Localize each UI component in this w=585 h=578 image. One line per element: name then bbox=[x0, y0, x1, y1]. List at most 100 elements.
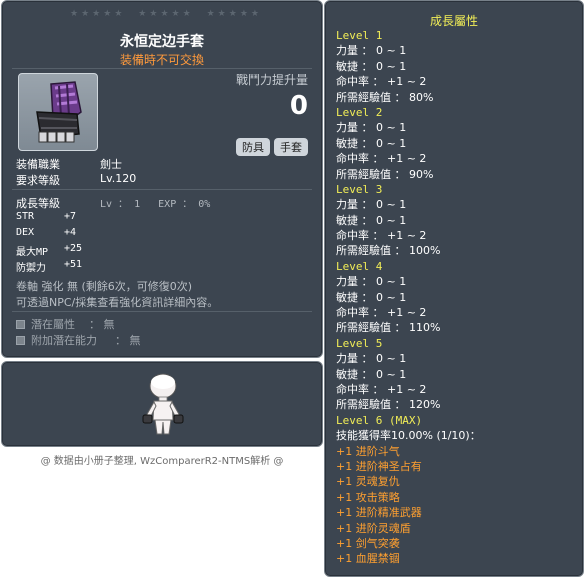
growth-stat-line: 敏捷 ： 0 ~ 1 bbox=[336, 59, 407, 73]
potential-value: ： 無 bbox=[89, 318, 115, 331]
growth-stat-line: 力量 ： 0 ~ 1 bbox=[336, 198, 407, 212]
trade-status: 装備時不可交換 bbox=[119, 53, 204, 67]
star-group: ★ ★ ★ ★ ★ bbox=[138, 9, 191, 21]
star-icon: ★ bbox=[138, 9, 148, 19]
character-avatar bbox=[142, 373, 184, 435]
star-icon: ★ bbox=[149, 9, 159, 19]
avatar-preview-panel bbox=[1, 361, 323, 447]
growth-title: 成長屬性 bbox=[429, 14, 478, 28]
stat-value: +4 bbox=[64, 227, 77, 238]
growth-level-label: 成長等級 bbox=[16, 197, 60, 210]
stat-name: 防禦力 bbox=[16, 263, 46, 274]
item-name: 永恒定边手套 bbox=[120, 34, 204, 50]
star-icon: ★ bbox=[103, 9, 113, 19]
growth-lines: Level 1 力量 ： 0 ~ 1 敏捷 ： 0 ~ 1 命中率 ： +1 ~ 2所… bbox=[336, 28, 576, 567]
growth-stat-line: 所需經驗值 ： 80% bbox=[336, 90, 434, 104]
gauntlet-item-icon bbox=[36, 81, 82, 143]
growth-stat-line: 命中率 ： +1 ~ 2 bbox=[336, 75, 427, 89]
growth-skill-line: +1 进阶精准武器 bbox=[336, 506, 422, 520]
star-icon: ★ bbox=[81, 9, 91, 19]
upgrade-note: 卷軸 強化 無 (剩餘6次，可修復0次) bbox=[16, 280, 193, 293]
credit-text: @ 数据由小册子整理, WzComparerR2-NTMS解析 @ bbox=[40, 456, 284, 467]
star-icon: ★ bbox=[92, 9, 102, 19]
star-icon: ★ bbox=[228, 9, 238, 19]
divider bbox=[12, 189, 312, 190]
job-value: 劍士 bbox=[100, 158, 122, 171]
category-badges: 防具 手套 bbox=[236, 138, 308, 156]
npc-note: 可透過NPC/採集查看強化資訊詳細內容。 bbox=[16, 296, 219, 309]
growth-stat-line: 所需經驗值 ： 110% bbox=[336, 321, 441, 335]
growth-stat-line: 技能獲得率10.00% (1/10)： bbox=[336, 429, 481, 443]
power-value: 0 bbox=[289, 91, 308, 121]
growth-level-row: 成長等級 Lv ： 1 EXP ： 0% bbox=[16, 195, 210, 211]
growth-skill-line: +1 进阶斗气 bbox=[336, 444, 400, 458]
stat-value: +25 bbox=[64, 243, 83, 254]
stat-value: +51 bbox=[64, 259, 83, 270]
star-icon: ★ bbox=[171, 9, 181, 19]
item-icon-frame bbox=[18, 73, 98, 151]
star-icon: ★ bbox=[182, 9, 192, 19]
stat-name: 最大MP bbox=[16, 247, 49, 258]
growth-stat-line: 命中率 ： +1 ~ 2 bbox=[336, 229, 427, 243]
potential-bullet-icon bbox=[16, 335, 25, 345]
potential-row: 附加潛在能力 ： 無 bbox=[16, 332, 141, 348]
growth-level-header: Level 5 bbox=[336, 336, 383, 350]
growth-level-header: Level 6 (MAX) bbox=[336, 413, 423, 427]
star-icon: ★ bbox=[239, 9, 249, 19]
growth-level-value: Lv ： 1 EXP ： 0% bbox=[100, 199, 211, 210]
star-icon: ★ bbox=[160, 9, 170, 19]
growth-stat-line: 所需經驗值 ： 90% bbox=[336, 167, 434, 181]
stat-row: 防禦力 +51 bbox=[16, 259, 82, 274]
stat-row: STR +7 bbox=[16, 211, 76, 222]
job-label: 装備職業 bbox=[16, 158, 60, 171]
stat-row: 最大MP +25 bbox=[16, 243, 82, 258]
potential-row: 潛在屬性 ： 無 bbox=[16, 316, 115, 332]
star-force-row: ★ ★ ★ ★ ★ ★ ★ ★ ★ ★ ★ ★ ★ ★ ★ bbox=[70, 9, 260, 21]
potential-value: ： 無 bbox=[115, 334, 141, 347]
growth-stat-line: 命中率 ： +1 ~ 2 bbox=[336, 306, 427, 320]
growth-stat-line: 所需經驗值 ： 120% bbox=[336, 398, 441, 412]
growth-skill-line: +1 灵魂复仇 bbox=[336, 475, 400, 489]
potential-bullet-icon bbox=[16, 319, 25, 329]
star-group: ★ ★ ★ ★ ★ bbox=[70, 9, 123, 21]
star-icon: ★ bbox=[114, 9, 124, 19]
growth-attributes-panel: 成長屬性 Level 1 力量 ： 0 ~ 1 敏捷 ： 0 ~ 1 命中率 ： +1… bbox=[324, 0, 584, 577]
star-icon: ★ bbox=[70, 9, 80, 19]
growth-skill-line: +1 剑气突袭 bbox=[336, 536, 400, 550]
divider bbox=[12, 68, 312, 69]
growth-stat-line: 力量 ： 0 ~ 1 bbox=[336, 352, 407, 366]
growth-stat-line: 力量 ： 0 ~ 1 bbox=[336, 44, 407, 58]
growth-stat-line: 敏捷 ： 0 ~ 1 bbox=[336, 213, 407, 227]
growth-level-header: Level 2 bbox=[336, 105, 383, 119]
growth-stat-line: 所需經驗值 ： 100% bbox=[336, 244, 441, 258]
req-level-row: 要求等級 Lv.120 bbox=[16, 172, 136, 188]
stat-row: DEX +4 bbox=[16, 227, 76, 238]
growth-level-header: Level 4 bbox=[336, 259, 383, 273]
growth-stat-line: 力量 ： 0 ~ 1 bbox=[336, 275, 407, 289]
growth-skill-line: +1 进阶神圣占有 bbox=[336, 459, 422, 473]
growth-stat-line: 敏捷 ： 0 ~ 1 bbox=[336, 367, 407, 381]
req-level-value: Lv.120 bbox=[100, 172, 137, 185]
growth-level-header: Level 1 bbox=[336, 29, 383, 42]
category-badge: 手套 bbox=[274, 138, 308, 156]
growth-stat-line: 力量 ： 0 ~ 1 bbox=[336, 121, 407, 135]
job-row: 装備職業 劍士 bbox=[16, 156, 122, 172]
growth-stat-line: 敏捷 ： 0 ~ 1 bbox=[336, 290, 407, 304]
growth-stat-line: 敏捷 ： 0 ~ 1 bbox=[336, 136, 407, 150]
star-group: ★ ★ ★ ★ ★ bbox=[207, 9, 260, 21]
item-tooltip: ★ ★ ★ ★ ★ ★ ★ ★ ★ ★ ★ ★ ★ ★ ★ 永恒定边手套 装備時不可交換 戰鬥力提 bbox=[1, 0, 323, 358]
req-level-label: 要求等級 bbox=[16, 174, 60, 187]
star-icon: ★ bbox=[217, 9, 227, 19]
growth-level-header: Level 3 bbox=[336, 182, 383, 196]
power-label: 戰鬥力提升量 bbox=[235, 73, 308, 87]
growth-stat-line: 命中率 ： +1 ~ 2 bbox=[336, 382, 427, 396]
potential-label: 潛在屬性 bbox=[31, 318, 75, 331]
stat-name: STR bbox=[16, 211, 35, 222]
growth-skill-line: +1 血腥禁锢 bbox=[336, 552, 400, 566]
potential-label: 附加潛在能力 bbox=[31, 334, 97, 347]
growth-stat-line: 命中率 ： +1 ~ 2 bbox=[336, 152, 427, 166]
star-icon: ★ bbox=[250, 9, 260, 19]
growth-skill-line: +1 进阶灵魂盾 bbox=[336, 521, 411, 535]
star-icon: ★ bbox=[206, 9, 216, 19]
category-badge: 防具 bbox=[236, 138, 270, 156]
